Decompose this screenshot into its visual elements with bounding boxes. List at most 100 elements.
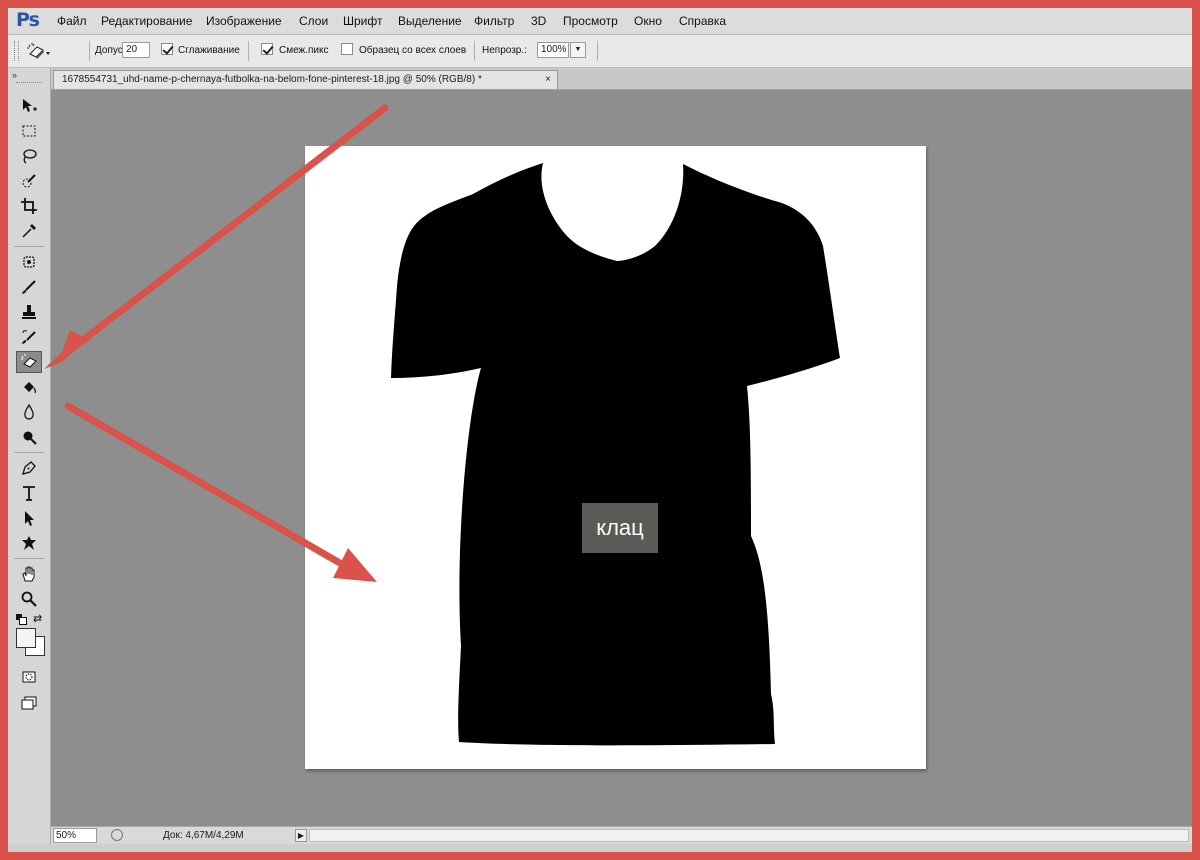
document-size-info: Док: 4,67M/4,29M	[163, 830, 244, 841]
sample-all-layers-checkbox[interactable]	[341, 43, 353, 55]
custom-shape-tool[interactable]	[16, 532, 42, 554]
document-canvas[interactable]: клац	[305, 146, 926, 769]
menu-image[interactable]: Изображение	[206, 14, 282, 28]
document-tab[interactable]: 1678554731_uhd-name-p-chernaya-futbolka-…	[53, 70, 558, 89]
options-grip[interactable]	[14, 41, 19, 61]
dodge-tool[interactable]	[16, 426, 42, 448]
tools-panel: » ⇄	[8, 68, 51, 852]
antialias-checkbox[interactable]	[161, 43, 173, 55]
opacity-input[interactable]: 100%	[537, 42, 569, 58]
blur-tool[interactable]	[16, 401, 42, 423]
separator	[14, 558, 44, 559]
pen-icon	[22, 461, 36, 475]
document-tab-bar: 1678554731_uhd-name-p-chernaya-futbolka-…	[51, 68, 1192, 90]
separator	[14, 246, 44, 247]
quick-mask-button[interactable]	[16, 666, 42, 688]
hand-tool[interactable]	[16, 563, 42, 585]
menu-type[interactable]: Шрифт	[343, 14, 382, 28]
magic-eraser-icon	[27, 43, 50, 59]
magic-eraser-tool[interactable]	[16, 351, 42, 373]
zoom-level-field[interactable]: 50%	[53, 828, 97, 843]
opacity-label: Непрозр.:	[482, 45, 527, 56]
hand-icon	[22, 566, 35, 582]
quick-mask-icon	[22, 671, 36, 683]
type-icon	[23, 486, 35, 501]
tolerance-input[interactable]: 20	[122, 42, 150, 58]
marquee-tool[interactable]	[16, 120, 42, 142]
move-icon	[23, 99, 37, 112]
brush-tool[interactable]	[16, 276, 42, 298]
lasso-icon	[23, 149, 37, 164]
collapse-panel-icon[interactable]: »	[12, 70, 17, 80]
history-brush-tool[interactable]	[16, 326, 42, 348]
status-bar: 50% Док: 4,67M/4,29M ▶	[51, 826, 1192, 845]
type-tool[interactable]	[16, 482, 42, 504]
stamp-icon	[22, 305, 36, 319]
move-tool[interactable]	[16, 95, 42, 117]
pen-tool[interactable]	[16, 457, 42, 479]
lasso-tool[interactable]	[16, 145, 42, 167]
black-tshirt-image	[391, 163, 840, 746]
menu-file[interactable]: Файл	[57, 14, 87, 28]
separator	[597, 41, 598, 61]
marquee-icon	[22, 125, 36, 137]
menu-help[interactable]: Справка	[679, 14, 726, 28]
screen-mode-icon	[21, 696, 37, 710]
healing-icon	[23, 256, 35, 268]
zoom-tool[interactable]	[16, 588, 42, 610]
dodge-icon	[23, 431, 37, 445]
foreground-color-swatch[interactable]	[16, 628, 36, 648]
contiguous-checkbox[interactable]	[261, 43, 273, 55]
quick-selection-icon	[22, 174, 36, 188]
crop-icon	[21, 198, 37, 214]
separator	[474, 41, 475, 61]
healing-brush-tool[interactable]	[16, 251, 42, 273]
bottom-strip	[8, 844, 1192, 852]
paint-bucket-tool[interactable]	[16, 376, 42, 398]
shape-icon	[22, 536, 36, 550]
click-annotation-label: клац	[582, 503, 658, 553]
menu-select[interactable]: Выделение	[398, 14, 462, 28]
quick-selection-tool[interactable]	[16, 170, 42, 192]
screen-mode-button[interactable]	[16, 692, 42, 714]
crop-tool[interactable]	[16, 195, 42, 217]
menu-layers[interactable]: Слои	[299, 14, 328, 28]
menu-bar: Ps Файл Редактирование Изображение Слои …	[8, 8, 1192, 35]
eyedropper-icon	[22, 224, 36, 238]
path-arrow-icon	[25, 511, 34, 526]
horizontal-scrollbar[interactable]	[309, 829, 1189, 842]
panel-grip[interactable]	[16, 82, 42, 85]
zoom-icon	[21, 591, 37, 607]
separator	[89, 41, 90, 61]
sample-all-layers-label: Образец со всех слоев	[359, 45, 467, 56]
default-colors-icon[interactable]	[16, 614, 28, 625]
contiguous-label: Смеж.пикс	[279, 45, 329, 56]
blur-drop-icon	[24, 403, 34, 420]
opacity-dropdown-button[interactable]: ▼	[570, 42, 586, 58]
menu-3d[interactable]: 3D	[531, 14, 546, 28]
photoshop-window: Ps Файл Редактирование Изображение Слои …	[8, 8, 1192, 852]
path-selection-tool[interactable]	[16, 507, 42, 529]
separator	[14, 452, 44, 453]
eyedropper-tool[interactable]	[16, 220, 42, 242]
menu-filter[interactable]: Фильтр	[474, 14, 514, 28]
brush-icon	[22, 280, 36, 294]
share-icon[interactable]	[111, 829, 123, 841]
history-brush-icon	[22, 330, 36, 344]
bucket-icon	[24, 382, 36, 394]
document-tab-title: 1678554731_uhd-name-p-chernaya-futbolka-…	[62, 74, 482, 85]
photoshop-logo: Ps	[16, 9, 40, 31]
swap-colors-icon[interactable]: ⇄	[33, 612, 42, 625]
status-menu-arrow-icon[interactable]: ▶	[295, 829, 307, 842]
menu-window[interactable]: Окно	[634, 14, 662, 28]
antialias-label: Сглаживание	[178, 45, 240, 56]
workspace: клац	[51, 90, 1192, 826]
menu-edit[interactable]: Редактирование	[101, 14, 192, 28]
tool-preset-picker[interactable]	[26, 41, 52, 61]
options-bar: Допуск: 20 Сглаживание Смеж.пикс Образец…	[8, 35, 1192, 68]
clone-stamp-tool[interactable]	[16, 301, 42, 323]
close-tab-icon[interactable]: ×	[545, 71, 551, 88]
magic-eraser-icon	[21, 354, 37, 368]
menu-view[interactable]: Просмотр	[563, 14, 618, 28]
separator	[248, 41, 249, 61]
